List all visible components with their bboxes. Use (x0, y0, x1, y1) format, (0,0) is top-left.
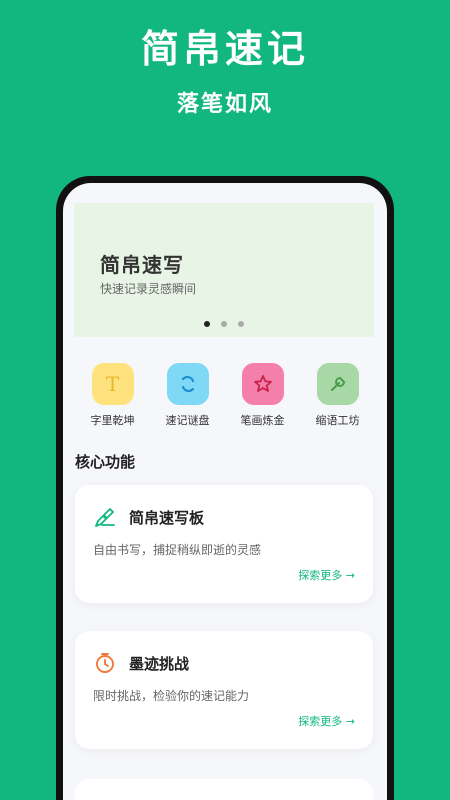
stopwatch-icon (96, 653, 114, 673)
quick-actions: T 字里乾坤 速记谜盘 笔画炼金 缩语工坊 (63, 363, 387, 428)
refresh-icon (166, 363, 209, 405)
app-screen: 简帛速写 快速记录灵感瞬间 T 字里乾坤 速记谜盘 笔画炼金 缩语工坊 核心功能… (63, 183, 387, 800)
quick-action-zili[interactable]: T 字里乾坤 (82, 363, 144, 428)
card-description: 自由书写，捕捉稍纵即逝的灵感 (93, 543, 262, 557)
promo-title: 简帛速记 (140, 27, 309, 71)
banner-subtitle: 快速记录灵感瞬间 (100, 282, 197, 296)
carousel-dot[interactable] (238, 321, 245, 327)
card-header: 墨迹挑战 (93, 651, 189, 675)
banner-title: 简帛速写 (100, 253, 184, 277)
letter-t-icon: T (91, 363, 134, 405)
feature-card-partial[interactable] (75, 779, 373, 800)
quick-action-gongfang[interactable]: 缩语工坊 (307, 363, 369, 428)
carousel-dot[interactable] (203, 321, 210, 327)
card-description: 限时挑战，检验你的速记能力 (93, 689, 250, 703)
pen-icon (95, 508, 115, 527)
wrench-icon (316, 363, 359, 405)
quick-action-label: 缩语工坊 (315, 414, 360, 427)
quick-action-label: 笔画炼金 (240, 414, 285, 427)
phone-frame: 简帛速写 快速记录灵感瞬间 T 字里乾坤 速记谜盘 笔画炼金 缩语工坊 核心功能… (56, 176, 394, 800)
explore-more-link[interactable]: 探索更多 → (298, 713, 355, 729)
explore-more-link[interactable]: 探索更多 → (298, 567, 355, 583)
card-title: 简帛速写板 (129, 508, 205, 527)
card-header: 简帛速写板 (93, 505, 204, 529)
star-icon (241, 363, 284, 405)
feature-card-challenge[interactable]: 墨迹挑战 限时挑战，检验你的速记能力 探索更多 → (75, 631, 373, 749)
quick-action-lianjin[interactable]: 笔画炼金 (232, 363, 294, 428)
promo-subtitle: 落笔如风 (176, 92, 273, 117)
quick-action-mipan[interactable]: 速记谜盘 (157, 363, 219, 428)
feature-card-sketchpad[interactable]: 简帛速写板 自由书写，捕捉稍纵即逝的灵感 探索更多 → (75, 485, 373, 603)
card-title: 墨迹挑战 (129, 654, 190, 673)
carousel-dots (74, 312, 374, 331)
quick-action-label: 速记谜盘 (165, 414, 210, 427)
carousel-dot[interactable] (221, 321, 227, 327)
section-title: 核心功能 (75, 453, 136, 471)
quick-action-label: 字里乾坤 (90, 414, 135, 427)
banner-carousel[interactable]: 简帛速写 快速记录灵感瞬间 (74, 203, 374, 337)
